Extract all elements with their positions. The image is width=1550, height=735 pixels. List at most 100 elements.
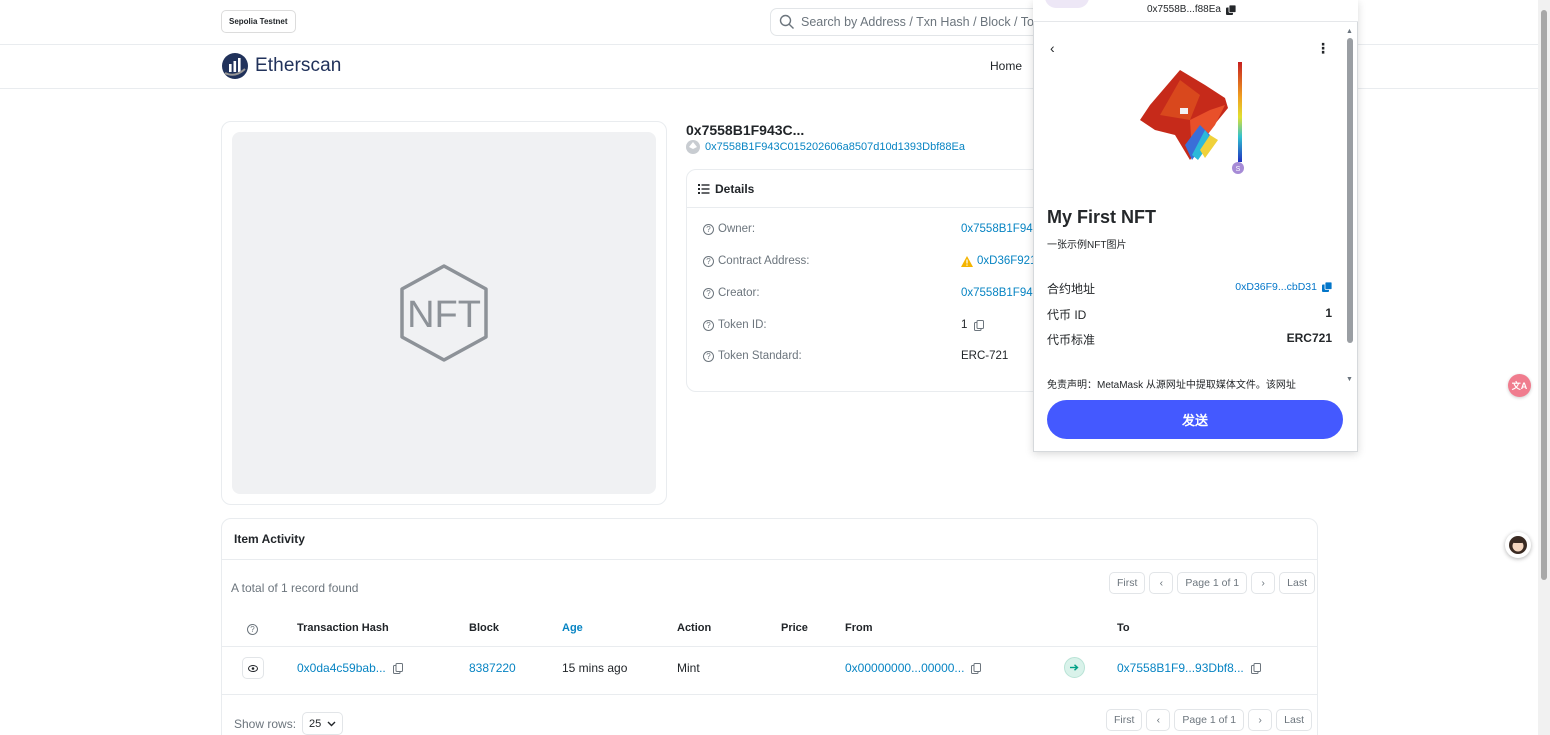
contract-address-label: 合约地址 <box>1047 282 1096 296</box>
show-rows-label: Show rows: <box>234 716 297 731</box>
last-page-button[interactable]: Last <box>1279 572 1315 594</box>
next-page-button[interactable]: › <box>1248 709 1273 731</box>
help-icon[interactable]: ? <box>703 287 714 299</box>
page-indicator: Page 1 of 1 <box>1177 572 1248 594</box>
contract-address-value[interactable]: 0xD36F9...cbD31 <box>1235 281 1332 293</box>
warning-icon <box>961 255 973 267</box>
help-icon[interactable]: ? <box>247 621 262 635</box>
help-icon[interactable]: ? <box>703 223 714 235</box>
chevron-right-icon: › <box>1258 714 1262 726</box>
token-id-value: 1 <box>1325 306 1332 320</box>
copy-icon[interactable] <box>1225 4 1236 15</box>
item-activity-title: Item Activity <box>234 532 305 546</box>
network-badge[interactable]: Sepolia Testnet <box>221 10 296 33</box>
chevron-right-icon: › <box>1261 577 1265 589</box>
owner-label: ? Owner: <box>703 223 755 235</box>
contract-address-label: ? Contract Address: <box>703 255 809 267</box>
action-cell: Mint <box>677 661 700 675</box>
next-page-button[interactable]: › <box>1251 572 1276 594</box>
details-card: Details ? Owner: 0x7558B1F94 ? Contract Ad… <box>686 169 1086 392</box>
logo-text: Etherscan <box>255 55 342 76</box>
chevron-left-icon: ‹ <box>1156 714 1161 726</box>
token-address[interactable]: 0x7558B1F943C015202606a8507d10d1393Dbf88… <box>686 140 965 154</box>
search-placeholder: Search by Address / Txn Hash / Block / T… <box>801 15 1041 29</box>
help-icon[interactable]: ? <box>703 255 714 267</box>
token-name: 0x7558B1F943C... <box>686 122 805 138</box>
copy-icon[interactable] <box>392 662 403 674</box>
nft-description: 一张示例NFT图片 <box>1047 240 1127 251</box>
help-icon[interactable]: ? <box>703 319 714 331</box>
etherscan-logo[interactable]: Etherscan <box>221 52 341 80</box>
list-icon <box>698 183 710 194</box>
eth-icon <box>686 140 700 154</box>
token-address-text[interactable]: 0x7558B1F943C015202606a8507d10d1393Dbf88… <box>705 141 965 153</box>
contract-address-value[interactable]: 0xD36F921 <box>961 255 1036 267</box>
search-input[interactable]: Search by Address / Txn Hash / Block / T… <box>770 8 1060 36</box>
svg-text:S: S <box>1236 166 1241 173</box>
nft-preview-image: S <box>1130 60 1260 178</box>
prev-page-button[interactable]: ‹ <box>1146 709 1171 731</box>
send-button[interactable]: 发送 <box>1047 400 1343 439</box>
to-address-link[interactable]: 0x7558B1F9...93Dbf8... <box>1117 661 1261 675</box>
creator-value[interactable]: 0x7558B1F94 <box>961 287 1033 299</box>
details-title: Details <box>715 181 755 196</box>
col-block: Block <box>469 622 499 634</box>
account-address[interactable]: 0x7558B...f88Ea <box>1147 4 1236 15</box>
token-id-label: 代币 ID <box>1047 308 1087 322</box>
copy-icon[interactable] <box>1250 662 1261 674</box>
scroll-down-arrow-icon[interactable]: ▼ <box>1346 376 1353 383</box>
first-page-button[interactable]: First <box>1106 709 1143 731</box>
page-indicator: Page 1 of 1 <box>1174 709 1245 731</box>
divider <box>222 559 1317 560</box>
last-page-button[interactable]: Last <box>1276 709 1312 731</box>
col-transaction-hash: Transaction Hash <box>297 622 389 634</box>
disclaimer-text: 免责声明：MetaMask 从源网址中提取媒体文件。该网址 <box>1047 380 1296 391</box>
rows-per-page-select[interactable]: 25 <box>302 712 344 735</box>
help-icon[interactable]: ? <box>703 350 714 362</box>
age-cell: 15 mins ago <box>562 661 628 675</box>
first-page-button[interactable]: First <box>1109 572 1146 594</box>
popup-scrollbar-thumb[interactable] <box>1347 38 1353 343</box>
copy-icon[interactable] <box>971 662 982 674</box>
chevron-left-icon: ‹ <box>1159 577 1164 589</box>
transfer-arrow-icon <box>1064 657 1085 678</box>
nav-home[interactable]: Home <box>990 59 1022 73</box>
divider <box>222 646 1317 647</box>
search-icon <box>779 14 794 29</box>
tx-hash-link[interactable]: 0x0da4c59bab... <box>297 661 403 675</box>
scroll-up-arrow-icon[interactable]: ▲ <box>1346 28 1353 35</box>
prev-page-button[interactable]: ‹ <box>1149 572 1174 594</box>
page-scrollbar-thumb[interactable] <box>1541 10 1547 580</box>
divider <box>222 694 1317 695</box>
owner-value[interactable]: 0x7558B1F94 <box>961 223 1033 235</box>
block-link[interactable]: 8387220 <box>469 661 516 675</box>
view-details-button[interactable] <box>242 657 264 679</box>
token-standard-value: ERC721 <box>1286 331 1332 345</box>
copy-icon[interactable] <box>974 319 985 331</box>
record-count: A total of 1 record found <box>231 581 359 595</box>
from-address-link[interactable]: 0x00000000...00000... <box>845 661 982 675</box>
details-header: Details <box>687 170 1085 208</box>
pagination-top: First ‹ Page 1 of 1 › Last <box>1109 572 1315 594</box>
token-standard-label: ? Token Standard: <box>703 350 802 362</box>
token-standard-value: ERC-721 <box>961 350 1009 362</box>
token-id-value: 1 <box>961 319 985 331</box>
col-age[interactable]: Age <box>562 622 583 634</box>
col-to: To <box>1117 622 1130 634</box>
nft-placeholder-image: NFT <box>232 132 656 494</box>
assistant-avatar-icon[interactable] <box>1505 532 1531 558</box>
eye-icon <box>248 664 258 672</box>
token-standard-label: 代币标准 <box>1047 333 1096 347</box>
col-action: Action <box>677 622 712 634</box>
account-avatar[interactable] <box>1045 0 1089 8</box>
etherscan-logo-icon <box>222 53 248 79</box>
more-options-icon[interactable]: ⋮ <box>1316 40 1330 57</box>
translate-icon[interactable]: 文A <box>1508 374 1531 397</box>
copy-icon[interactable] <box>1322 282 1332 292</box>
col-from: From <box>845 622 873 634</box>
pagination-bottom: First ‹ Page 1 of 1 › Last <box>1106 709 1312 731</box>
token-id-label: ? Token ID: <box>703 319 767 331</box>
back-chevron-icon[interactable]: ‹ <box>1050 40 1055 56</box>
chevron-down-icon <box>327 721 336 726</box>
creator-label: ? Creator: <box>703 287 760 299</box>
